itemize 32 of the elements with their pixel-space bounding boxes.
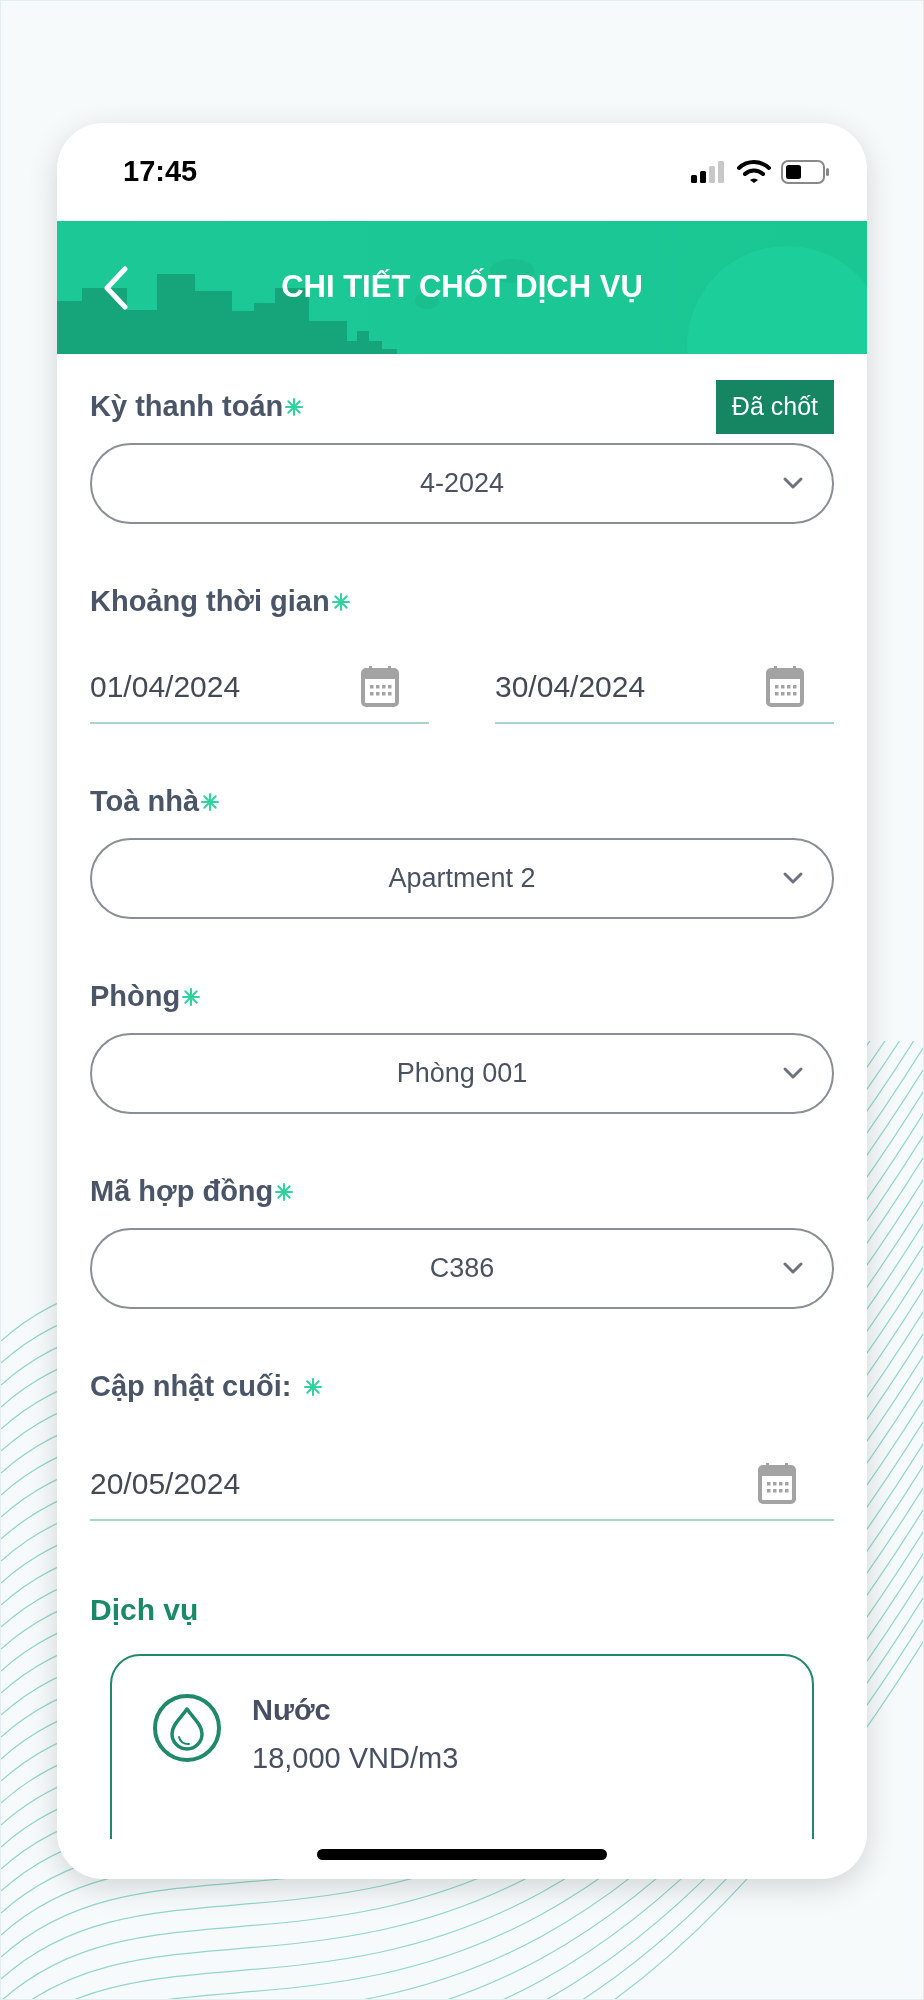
status-badge: Đã chốt <box>715 380 834 434</box>
section-title: Dịch vụ <box>90 1591 199 1628</box>
signal-icon <box>691 161 727 183</box>
dropdown-field[interactable]: Apartment 2 <box>90 838 834 919</box>
dropdown-field[interactable]: C386 <box>90 1228 834 1309</box>
chevron-down-icon <box>782 871 804 885</box>
field-label: Cập nhật cuối: <box>90 1369 292 1405</box>
date-field[interactable]: 20/05/2024 <box>90 1447 834 1521</box>
header-title: CHI TIẾT CHỐT DỊCH VỤ <box>281 267 643 307</box>
back-icon <box>103 266 129 310</box>
dropdown-field[interactable]: 4-2024 <box>90 443 834 524</box>
service-price: 18,000 VND/m3 <box>252 1741 459 1776</box>
calendar-icon[interactable] <box>758 1462 796 1504</box>
calendar-icon[interactable] <box>766 665 804 707</box>
field-label: Phòng <box>90 979 181 1015</box>
dropdown-field[interactable]: Phòng 001 <box>90 1033 834 1114</box>
back-button[interactable] <box>101 265 131 311</box>
chevron-down-icon <box>782 476 804 490</box>
battery-icon <box>781 160 831 184</box>
date-field[interactable]: 01/04/2024 <box>90 650 429 724</box>
water-drop-icon <box>152 1693 222 1763</box>
chevron-down-icon <box>782 1066 804 1080</box>
date-field[interactable]: 30/04/2024 <box>495 650 834 724</box>
service-name: Nước <box>252 1693 332 1728</box>
chevron-down-icon <box>782 1261 804 1275</box>
field-label: Mã hợp đồng <box>90 1174 274 1210</box>
field-label: Toà nhà <box>90 784 200 820</box>
status-time: 17:45 <box>123 154 198 190</box>
field-label: Kỳ thanh toán <box>90 389 284 425</box>
field-label: Khoảng thời gian <box>90 584 330 620</box>
calendar-icon[interactable] <box>361 665 399 707</box>
wifi-icon <box>737 160 771 184</box>
